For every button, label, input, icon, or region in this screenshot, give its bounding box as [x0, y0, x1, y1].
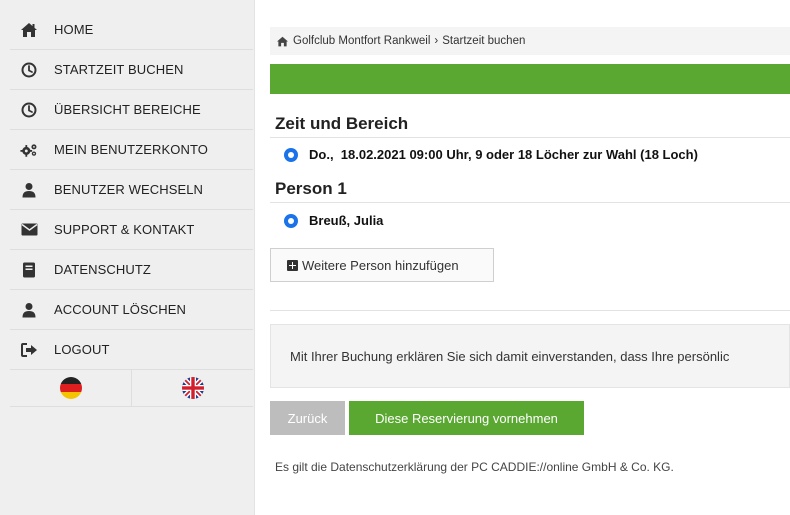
breadcrumb-page: Startzeit buchen — [442, 35, 526, 47]
sidebar-item-mein-benutzerkonto[interactable]: MEIN BENUTZERKONTO — [10, 130, 253, 170]
section-title-person: Person 1 — [275, 179, 347, 198]
sidebar-item-label: MEIN BENUTZERKONTO — [54, 142, 208, 157]
time-option-label: Do., 18.02.2021 09:00 Uhr, 9 oder 18 Löc… — [309, 147, 698, 162]
sidebar-item-label: SUPPORT & KONTAKT — [54, 222, 195, 237]
sidebar-item-uebersicht-bereiche[interactable]: ÜBERSICHT BEREICHE — [10, 90, 253, 130]
breadcrumb-separator: › — [434, 35, 439, 47]
sidebar-item-account-loeschen[interactable]: ACCOUNT LÖSCHEN — [10, 290, 253, 330]
language-en[interactable] — [132, 370, 253, 406]
plus-square-icon — [287, 259, 298, 271]
book-icon — [20, 261, 38, 279]
sidebar-item-logout[interactable]: LOGOUT — [10, 330, 253, 370]
user-icon — [20, 301, 38, 319]
sidebar-item-label: BENUTZER WECHSELN — [54, 182, 204, 197]
uk-flag-icon — [181, 376, 205, 400]
home-icon — [20, 21, 38, 39]
sidebar-item-benutzer-wechseln[interactable]: BENUTZER WECHSELN — [10, 170, 253, 210]
add-person-label: Weitere Person hinzufügen — [302, 257, 459, 273]
sidebar-menu: HOME STARTZEIT BUCHEN ÜBERSICHT BEREICHE… — [10, 10, 253, 407]
sidebar-item-datenschutz[interactable]: DATENSCHUTZ — [10, 250, 253, 290]
clock-icon — [20, 61, 38, 79]
breadcrumb: Golfclub Montfort Rankweil › Startzeit b… — [270, 27, 790, 55]
person-option-label: Breuß, Julia — [309, 213, 384, 228]
back-button[interactable]: Zurück — [270, 401, 345, 435]
divider — [270, 137, 790, 138]
consent-text: Mit Ihrer Buchung erklären Sie sich dami… — [290, 348, 730, 364]
language-de[interactable] — [10, 370, 132, 406]
sidebar-item-label: ÜBERSICHT BEREICHE — [54, 102, 201, 117]
de-flag-icon — [59, 376, 83, 400]
sidebar-item-label: LOGOUT — [54, 342, 110, 357]
privacy-note: Es gilt die Datenschutzerklärung der PC … — [275, 460, 674, 474]
consent-box: Mit Ihrer Buchung erklären Sie sich dami… — [270, 324, 790, 388]
divider — [270, 310, 790, 311]
sidebar: HOME STARTZEIT BUCHEN ÜBERSICHT BEREICHE… — [0, 0, 255, 515]
time-option[interactable]: Do., 18.02.2021 09:00 Uhr, 9 oder 18 Löc… — [285, 147, 698, 162]
clock-icon — [20, 101, 38, 119]
envelope-icon — [20, 221, 38, 239]
language-switcher — [10, 370, 253, 407]
gears-icon — [20, 141, 38, 159]
status-bar — [270, 64, 790, 94]
breadcrumb-club[interactable]: Golfclub Montfort Rankweil — [293, 35, 430, 47]
sidebar-item-support-kontakt[interactable]: SUPPORT & KONTAKT — [10, 210, 253, 250]
sidebar-item-label: STARTZEIT BUCHEN — [54, 62, 184, 77]
user-icon — [20, 181, 38, 199]
section-title-time: Zeit und Bereich — [275, 114, 409, 133]
add-person-button[interactable]: Weitere Person hinzufügen — [270, 248, 494, 282]
sidebar-item-label: DATENSCHUTZ — [54, 262, 151, 277]
sidebar-item-label: HOME — [54, 22, 94, 37]
divider — [270, 202, 790, 203]
sign-out-icon — [20, 341, 38, 359]
radio-selected-icon[interactable] — [285, 148, 297, 161]
sidebar-item-label: ACCOUNT LÖSCHEN — [54, 302, 187, 317]
person-option[interactable]: Breuß, Julia — [285, 213, 383, 228]
home-icon[interactable] — [276, 36, 289, 47]
reserve-button[interactable]: Diese Reservierung vornehmen — [349, 401, 584, 435]
sidebar-item-home[interactable]: HOME — [10, 10, 253, 50]
sidebar-item-startzeit-buchen[interactable]: STARTZEIT BUCHEN — [10, 50, 253, 90]
radio-selected-icon[interactable] — [285, 214, 297, 227]
